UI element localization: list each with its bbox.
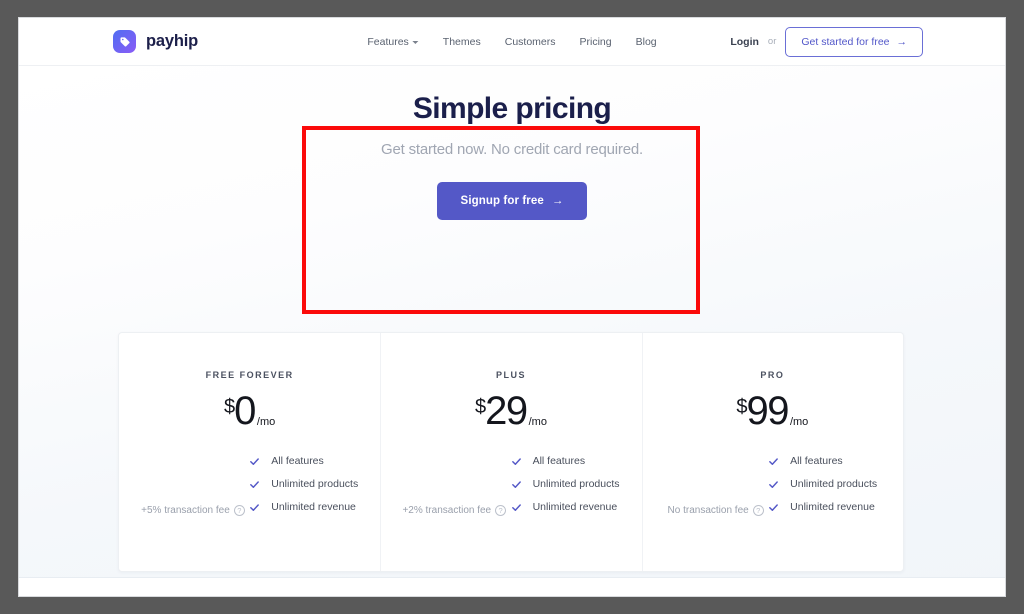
signup-for-free-button[interactable]: Signup for free → [437,182,588,220]
nav-item-pricing[interactable]: Pricing [580,36,612,48]
arrow-right-icon: → [897,36,908,48]
price-period: /mo [529,417,547,428]
plan-price: $ 29 /mo [380,392,641,430]
main-navigation: Features Themes Customers Pricing Blog [367,36,656,48]
plan-fee-label: +2% transaction fee [402,505,491,516]
plan-transaction-fee: +2% transaction fee ? [402,505,506,516]
price-amount: 29 [485,392,527,430]
plan-feature-list: All features Unlimited products Unlimite… [768,455,877,524]
feature-label: All features [271,455,324,467]
page-title: Simple pricing [19,92,1005,126]
nav-label: Features [367,36,408,48]
list-item: Unlimited revenue [511,501,620,513]
nav-item-customers[interactable]: Customers [505,36,556,48]
plan-feature-list: All features Unlimited products Unlimite… [249,455,358,524]
or-separator: or [768,36,776,47]
plan-feature-list: All features Unlimited products Unlimite… [511,455,620,524]
chevron-down-icon [413,41,419,44]
plan-name: PRO [642,370,903,380]
plan-name: FREE FOREVER [119,370,380,380]
feature-label: All features [533,455,586,467]
price-amount: 0 [234,392,255,430]
signup-label: Signup for free [461,195,544,207]
get-started-label: Get started for free [801,36,889,48]
price-amount: 99 [746,392,788,430]
check-icon [768,502,779,513]
check-icon [249,456,260,467]
check-icon [249,479,260,490]
help-circle-icon[interactable]: ? [495,505,506,516]
price-period: /mo [257,417,275,428]
list-item: Unlimited products [511,478,620,490]
help-circle-icon[interactable]: ? [234,505,245,516]
list-item: Unlimited products [249,478,358,490]
price-currency: $ [224,397,234,417]
list-item: All features [249,455,358,467]
feature-label: Unlimited products [533,478,620,490]
list-item: All features [511,455,620,467]
plan-fee-label: +5% transaction fee [141,505,230,516]
hero-subtitle: Get started now. No credit card required… [19,141,1005,158]
check-icon [768,479,779,490]
tag-icon [113,30,136,53]
pricing-plan-pro: PRO $ 99 /mo No transaction fee ? All fe… [642,333,903,571]
arrow-right-icon: → [552,195,564,207]
plan-transaction-fee: +5% transaction fee ? [141,505,245,516]
page-body: Simple pricing Get started now. No credi… [19,66,1005,597]
price-currency: $ [475,397,485,417]
price-period: /mo [790,417,808,428]
nav-item-features[interactable]: Features [367,36,418,48]
list-item: Unlimited revenue [768,501,877,513]
check-icon [768,456,779,467]
list-item: Unlimited revenue [249,501,358,513]
login-link[interactable]: Login [730,36,759,48]
check-icon [511,479,522,490]
nav-item-themes[interactable]: Themes [443,36,481,48]
brand-logo[interactable]: payhip [113,30,198,53]
check-icon [511,502,522,513]
feature-label: Unlimited products [790,478,877,490]
feature-label: Unlimited revenue [533,501,618,513]
feature-label: Unlimited revenue [271,501,356,513]
hero-section: Simple pricing Get started now. No credi… [19,66,1005,220]
plan-transaction-fee: No transaction fee ? [668,505,764,516]
nav-item-blog[interactable]: Blog [636,36,657,48]
get-started-button[interactable]: Get started for free → [785,27,923,57]
pricing-plan-plus: PLUS $ 29 /mo +2% transaction fee ? All … [380,333,641,571]
screenshot-frame: payhip Features Themes Customers Pricing… [0,0,1024,614]
browser-viewport: payhip Features Themes Customers Pricing… [18,17,1006,597]
help-circle-icon[interactable]: ? [753,505,764,516]
footer-strip [19,577,1005,597]
feature-label: All features [790,455,843,467]
feature-label: Unlimited products [271,478,358,490]
brand-name: payhip [146,32,198,51]
feature-label: Unlimited revenue [790,501,875,513]
plan-fee-label: No transaction fee [668,505,749,516]
list-item: Unlimited products [768,478,877,490]
header-actions: Login or Get started for free → [730,27,923,57]
plan-price: $ 99 /mo [642,392,903,430]
price-currency: $ [736,397,746,417]
list-item: All features [768,455,877,467]
plan-name: PLUS [380,370,641,380]
pricing-plan-free-forever: FREE FOREVER $ 0 /mo +5% transaction fee… [119,333,380,571]
site-header: payhip Features Themes Customers Pricing… [19,18,1005,66]
check-icon [249,502,260,513]
check-icon [511,456,522,467]
plan-price: $ 0 /mo [119,392,380,430]
pricing-table: FREE FOREVER $ 0 /mo +5% transaction fee… [118,332,904,572]
